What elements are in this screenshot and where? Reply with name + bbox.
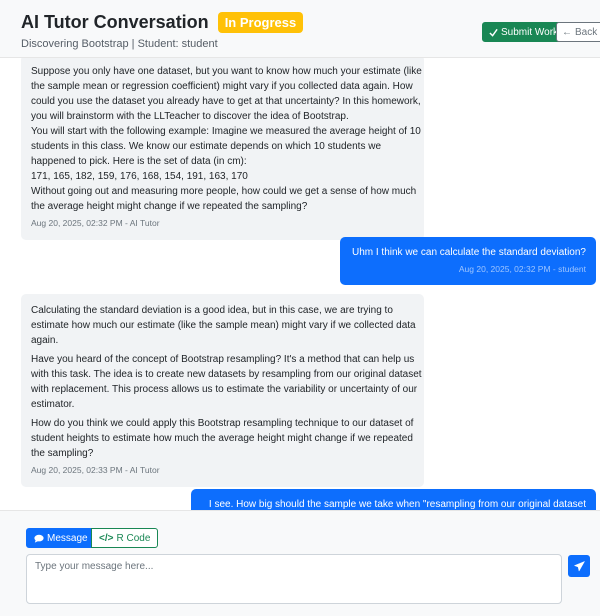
message-tab-label: Message xyxy=(47,532,88,544)
code-icon: </> xyxy=(99,532,114,544)
submit-work-label: Submit Work xyxy=(501,26,559,38)
page-header: AI Tutor Conversation In Progress Discov… xyxy=(0,0,600,58)
ai-message: Suppose you only have one dataset, but y… xyxy=(21,58,424,240)
message-tab[interactable]: Message xyxy=(26,528,96,548)
send-button[interactable] xyxy=(568,555,590,577)
message-meta: Aug 20, 2025, 02:32 PM - student xyxy=(458,264,586,274)
r-code-tab[interactable]: </> R Code xyxy=(91,528,159,548)
r-code-tab-label: R Code xyxy=(116,532,151,544)
ai-message-paragraph: How do you think we could apply this Boo… xyxy=(31,418,414,459)
user-message-text: I see. How big should the sample we take… xyxy=(208,499,586,510)
page-subtitle: Discovering Bootstrap | Student: student xyxy=(21,38,218,50)
ai-message-paragraph: Have you heard of the concept of Bootstr… xyxy=(31,354,422,410)
ai-message-paragraph: Calculating the standard deviation is a … xyxy=(31,305,416,346)
ai-message-text: Suppose you only have one dataset, but y… xyxy=(31,66,422,212)
message-input[interactable] xyxy=(26,554,562,604)
check-icon xyxy=(489,28,498,37)
back-button[interactable]: ← Back xyxy=(556,22,600,42)
user-message: Uhm I think we can calculate the standar… xyxy=(340,237,596,285)
status-badge: In Progress xyxy=(217,12,304,33)
title-row: AI Tutor Conversation In Progress xyxy=(21,12,304,33)
message-composer: Message </> R Code xyxy=(0,510,600,616)
user-message-text: Uhm I think we can calculate the standar… xyxy=(351,247,586,258)
arrow-left-icon: ← xyxy=(562,26,572,38)
paper-plane-icon xyxy=(573,560,585,571)
chat-messages[interactable]: Suppose you only have one dataset, but y… xyxy=(0,58,600,510)
page-title: AI Tutor Conversation xyxy=(21,12,209,32)
message-meta: Aug 20, 2025, 02:32 PM - AI Tutor xyxy=(31,218,160,228)
user-message: I see. How big should the sample we take… xyxy=(191,489,596,510)
submit-work-button[interactable]: Submit Work xyxy=(482,22,566,42)
message-meta: Aug 20, 2025, 02:33 PM - AI Tutor xyxy=(31,465,160,475)
chat-bubble-icon xyxy=(34,534,44,543)
ai-message: Calculating the standard deviation is a … xyxy=(21,294,424,487)
back-label: Back xyxy=(575,26,598,38)
